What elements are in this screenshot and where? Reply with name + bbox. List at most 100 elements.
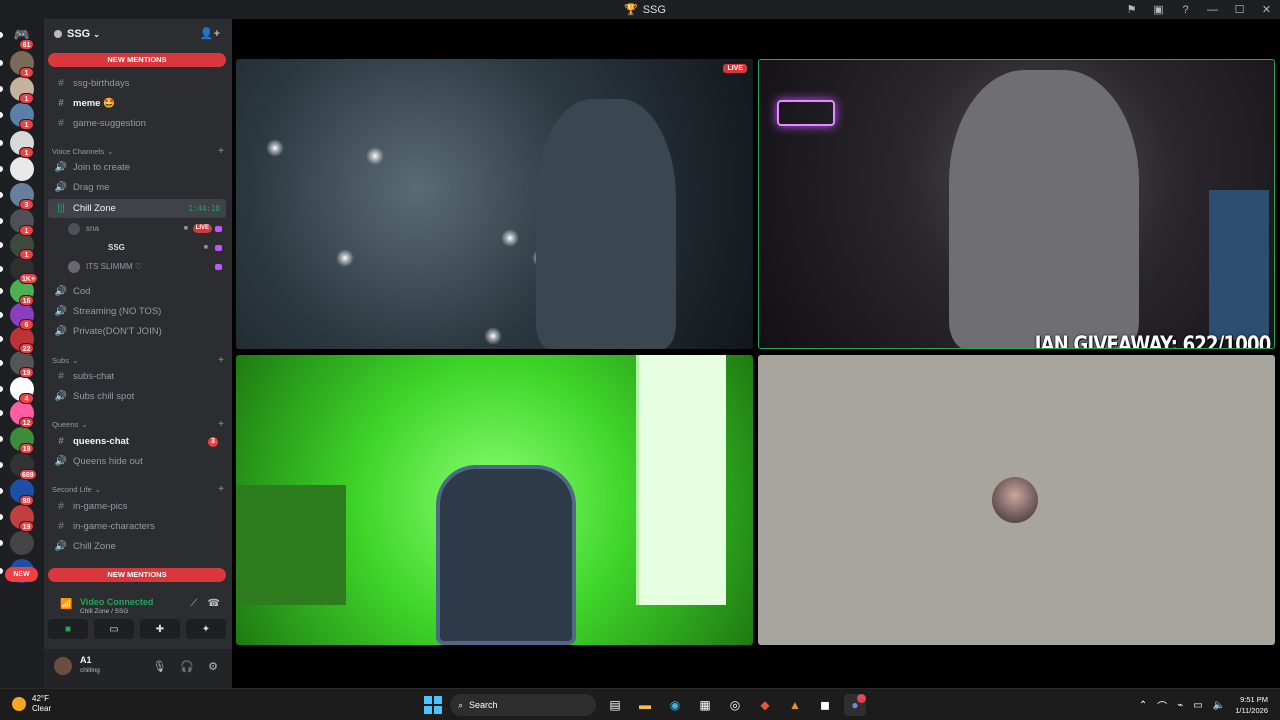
unread-indicator [0, 386, 3, 392]
voice-channel-queens-hide-out[interactable]: 🔊 Queens hide out [48, 452, 226, 471]
task-view-icon[interactable]: ▤ [604, 694, 626, 716]
windows-start-icon[interactable] [424, 696, 442, 714]
bluetooth-icon[interactable]: ⌁ [1177, 700, 1183, 711]
camera-button[interactable]: ■ [48, 619, 88, 639]
game-app-icon[interactable]: ◆ [754, 694, 776, 716]
weather-sun-icon [12, 697, 26, 711]
search-icon: ⌕ [458, 699, 464, 710]
obs-icon[interactable]: ◎ [724, 694, 746, 716]
channel-meme[interactable]: # meme 🤩 [48, 94, 226, 113]
channel-in-game-pics[interactable]: # in-game-pics [48, 497, 226, 516]
server-header[interactable]: SSG ⌄ 👤+ [44, 19, 232, 49]
discord-icon[interactable]: ● 9+ [844, 694, 866, 716]
volume-icon[interactable]: 🔈 [1213, 700, 1225, 711]
add-user-icon[interactable]: 👤+ [200, 27, 220, 40]
aim-app-icon[interactable]: ▲ [784, 694, 806, 716]
category-voice-channels[interactable]: Voice Channels ⌄ + [52, 145, 224, 157]
create-channel-icon[interactable]: + [218, 484, 224, 495]
channel-subs-chat[interactable]: # subs-chat [48, 367, 226, 386]
server-mention-badge: 1 [19, 93, 34, 104]
voice-user-sna[interactable]: sna ■ LIVE [68, 220, 226, 237]
headphones-icon[interactable]: 🎧 [180, 660, 194, 673]
voice-channel-chill-zone-2[interactable]: 🔊 Chill Zone [48, 537, 226, 556]
channel-game-suggestion[interactable]: # game-suggestion [48, 114, 226, 133]
flag-icon[interactable]: ⚑ [1118, 3, 1145, 16]
file-explorer-icon[interactable]: ▬ [634, 694, 656, 716]
voice-channel-chill-zone-active[interactable]: ||| Chill Zone 1:44:18 [48, 199, 226, 218]
create-channel-icon[interactable]: + [218, 419, 224, 430]
channel-queens-chat[interactable]: # queens-chat 3 [48, 432, 226, 451]
unread-indicator [0, 436, 3, 442]
create-channel-icon[interactable]: + [218, 146, 224, 157]
activities-button[interactable]: ✚ [140, 619, 180, 639]
voice-channel-join-to-create[interactable]: 🔊 Join to create [48, 158, 226, 177]
new-mentions-pill-bottom[interactable]: NEW MENTIONS [48, 568, 226, 582]
server-icon[interactable] [10, 157, 34, 181]
voice-channel-drag-me[interactable]: 🔊 Drag me [48, 178, 226, 197]
voice-user-its-slimmm[interactable]: ITS SLIMMM ♡ [68, 258, 226, 275]
voice-user-ssg[interactable]: SSG ■ [68, 239, 226, 256]
voice-status[interactable]: Video Connected [80, 597, 153, 607]
new-mentions-pill[interactable]: NEW MENTIONS [48, 53, 226, 67]
microphone-icon[interactable]: 🎙 [152, 660, 166, 673]
unread-indicator [0, 192, 3, 198]
camera-icon: ■ [183, 225, 188, 232]
channel-ssg-birthdays[interactable]: # ssg-birthdays [48, 74, 226, 93]
speaker-icon: 🔊 [54, 286, 68, 297]
hash-icon: # [58, 78, 64, 89]
minimize-button[interactable]: — [1199, 4, 1226, 16]
avatar[interactable] [54, 657, 72, 675]
giveaway-overlay: JAN GIVEAWAY: 622/1000 [1034, 333, 1271, 349]
server-mention-badge: 1 [19, 225, 34, 236]
weather-widget[interactable]: 42°F Clear [12, 694, 51, 714]
video-tile-stream[interactable]: LIVE [236, 59, 753, 349]
clock[interactable]: 9:51 PM 1/11/2026 [1235, 694, 1268, 716]
live-badge: LIVE [723, 64, 747, 73]
maximize-button[interactable]: ☐ [1226, 3, 1253, 16]
camera-icon: ■ [203, 244, 208, 251]
hash-icon: # [58, 436, 64, 447]
unread-indicator [0, 360, 3, 366]
disconnect-icon[interactable]: ☎ [208, 598, 220, 609]
unread-indicator [0, 568, 3, 574]
video-tile-webcam[interactable]: JAN GIVEAWAY: 622/1000 [758, 59, 1275, 349]
soundboard-button[interactable]: ✦ [186, 619, 226, 639]
video-stage: LIVE JAN GIVEAWAY: 622/1000 [232, 19, 1280, 688]
chevron-up-icon[interactable]: ⌃ [1139, 700, 1147, 711]
create-channel-icon[interactable]: + [218, 355, 224, 366]
video-tile-room[interactable] [236, 355, 753, 645]
server-mention-badge: 12 [19, 417, 34, 428]
call-of-duty-icon[interactable]: ◼ [814, 694, 836, 716]
voice-action-buttons: ■ ▭ ✚ ✦ [48, 619, 226, 641]
category-second-life[interactable]: Second Life ⌄ + [52, 483, 224, 495]
voice-channel-subs-chill-spot[interactable]: 🔊 Subs chill spot [48, 387, 226, 406]
screen-share-button[interactable]: ▭ [94, 619, 134, 639]
taskbar-apps: ⌕ Search ▤ ▬ ◉ ▦ ◎ ◆ ▲ ◼ ● 9+ [424, 694, 866, 716]
inbox-icon[interactable]: ▣ [1145, 3, 1172, 16]
taskbar-search[interactable]: ⌕ Search [450, 694, 596, 716]
gear-icon[interactable]: ⚙ [208, 660, 218, 673]
noise-suppression-icon[interactable]: ⟋ [191, 598, 198, 609]
network-icon[interactable]: ⌒ [1157, 698, 1167, 713]
voice-channel-streaming[interactable]: 🔊 Streaming (NO TOS) [48, 302, 226, 321]
signal-icon[interactable]: 📶 [60, 599, 72, 610]
voice-location[interactable]: Chill Zone / SSG [80, 608, 128, 615]
server-icon[interactable] [10, 531, 34, 555]
voice-channel-private[interactable]: 🔊 Private(DON'T JOIN) [48, 322, 226, 341]
video-tile-avatar[interactable] [758, 355, 1275, 645]
chevron-down-icon: ⌄ [72, 355, 79, 365]
category-subs[interactable]: Subs ⌄ + [52, 354, 224, 366]
close-button[interactable]: ✕ [1253, 3, 1280, 16]
unread-indicator [0, 514, 3, 520]
voice-channel-cod[interactable]: 🔊 Cod [48, 282, 226, 301]
help-icon[interactable]: ? [1172, 4, 1199, 16]
new-servers-pill[interactable]: NEW [5, 567, 38, 582]
edge-icon[interactable]: ◉ [664, 694, 686, 716]
channel-in-game-characters[interactable]: # in-game-characters [48, 517, 226, 536]
username[interactable]: A1 [80, 655, 92, 665]
store-icon[interactable]: ▦ [694, 694, 716, 716]
unread-indicator [0, 112, 3, 118]
category-queens[interactable]: Queens ⌄ + [52, 418, 224, 430]
display-icon[interactable]: ▭ [1193, 700, 1202, 711]
participant-avatar [992, 477, 1038, 523]
